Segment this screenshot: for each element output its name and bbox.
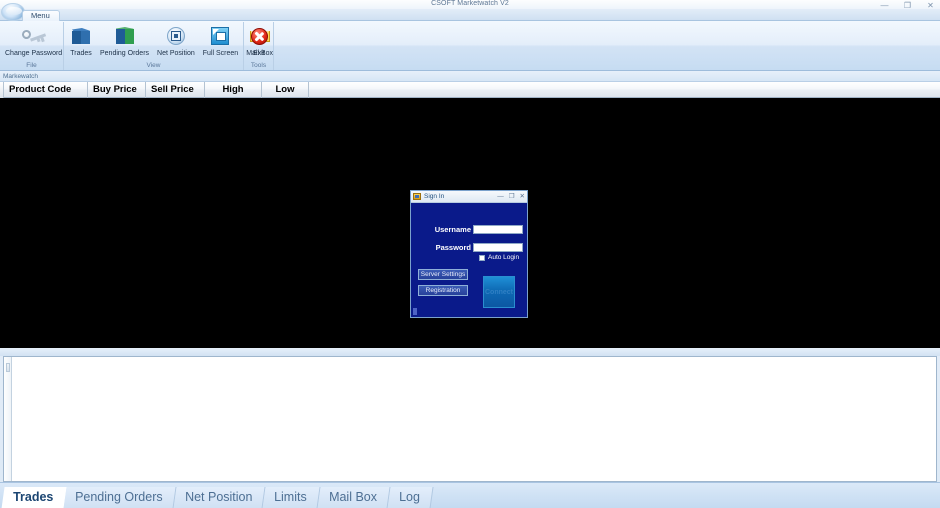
application-window: CSOFT Marketwatch V2 — ❐ ✕ ˅ Menu Change… [0, 0, 940, 508]
column-header-buy-price[interactable]: Buy Price [88, 81, 146, 98]
tab-pending-orders[interactable]: Pending Orders [63, 487, 177, 508]
key-icon [19, 25, 49, 47]
book-icon [114, 25, 136, 47]
signin-dialog-body: Username Password Auto Login Server Sett… [411, 203, 527, 317]
username-row: Username [421, 225, 523, 234]
ribbon-button-net-position[interactable]: Net Position [153, 24, 199, 58]
ribbon-button-full-screen[interactable]: Full Screen [199, 24, 242, 58]
bottom-tabbar: Trades Pending Orders Net Position Limit… [0, 482, 940, 508]
marketwatch-panel-label: Markewatch [0, 71, 940, 82]
username-label: Username [434, 225, 471, 234]
fullscreen-icon [209, 25, 231, 47]
tab-label-pending-orders: Pending Orders [75, 490, 163, 504]
ribbon-tabstrip: Menu [0, 3, 940, 21]
signin-dialog-controls: — ❐ ✕ [497, 191, 525, 202]
ribbon-panel: Change Password File Trades Pending Orde… [0, 21, 940, 71]
column-header-low[interactable]: Low [262, 81, 309, 98]
app-icon [413, 193, 421, 200]
ribbon-group-label-file: File [26, 62, 37, 69]
ribbon-group-label-view: View [146, 62, 161, 69]
cube-icon [70, 25, 92, 47]
username-input[interactable] [473, 225, 523, 234]
ribbon-group-file: Change Password File [0, 22, 64, 70]
signin-maximize-icon[interactable]: ❐ [509, 191, 515, 202]
signin-minimize-icon[interactable]: — [497, 191, 504, 202]
auto-login-label: Auto Login [488, 254, 520, 261]
signin-status-bar [413, 308, 525, 316]
grid-row-header-strip [4, 357, 12, 481]
trades-grid[interactable] [3, 356, 937, 482]
ribbon-group-tools: Exit Tools [244, 22, 274, 70]
tab-label-limits: Limits [274, 490, 308, 504]
marketwatch-header-row: Product Code Buy Price Sell Price High L… [0, 81, 940, 98]
auto-login-checkbox[interactable] [479, 255, 485, 261]
signin-close-icon[interactable]: ✕ [520, 191, 525, 202]
signin-dialog-title: Sign In [424, 193, 445, 200]
ribbon-label-full-screen: Full Screen [202, 50, 239, 57]
window-title: CSOFT Marketwatch V2 [431, 0, 509, 7]
registration-button[interactable]: Registration [418, 285, 468, 296]
tab-label-net-position: Net Position [184, 490, 253, 504]
ribbon-label-pending-orders: Pending Orders [100, 50, 150, 57]
server-settings-button[interactable]: Server Settings [418, 269, 468, 280]
tab-limits[interactable]: Limits [262, 487, 321, 508]
ribbon-label-exit: Exit [253, 50, 265, 57]
auto-login-row: Auto Login [479, 254, 519, 262]
ribbon-group-view: Trades Pending Orders Net Position Full … [64, 22, 273, 70]
ribbon-button-exit[interactable]: Exit [244, 24, 274, 58]
ribbon-group-label-tools: Tools [250, 62, 267, 69]
tab-label-log: Log [398, 490, 420, 504]
ribbon-label-change-password: Change Password [5, 50, 63, 57]
panel-splitter[interactable] [0, 348, 940, 356]
tab-log[interactable]: Log [387, 487, 434, 508]
window-titlebar: CSOFT Marketwatch V2 — ❐ ✕ [0, 0, 940, 10]
exit-icon [248, 25, 270, 47]
ribbon-label-trades: Trades [70, 50, 92, 57]
password-label: Password [435, 243, 471, 252]
ribbon-button-change-password[interactable]: Change Password [1, 24, 66, 58]
password-row: Password [421, 243, 523, 252]
ribbon-label-net-position: Net Position [157, 50, 195, 57]
orb-highlight [6, 7, 22, 15]
tab-mail-box[interactable]: Mail Box [317, 487, 391, 508]
tab-menu[interactable]: Menu [22, 10, 60, 21]
tab-net-position[interactable]: Net Position [173, 487, 266, 508]
grid-new-row-indicator[interactable] [6, 363, 10, 372]
connect-button[interactable]: Connect [483, 276, 515, 308]
status-indicator [413, 308, 417, 315]
tab-label-mail-box: Mail Box [329, 490, 377, 504]
ribbon-button-trades[interactable]: Trades [66, 24, 96, 58]
tab-label-trades: Trades [13, 490, 54, 504]
column-header-high[interactable]: High [205, 81, 262, 98]
tab-trades[interactable]: Trades [1, 487, 67, 508]
target-icon [165, 25, 187, 47]
column-header-product-code[interactable]: Product Code [4, 81, 88, 98]
ribbon-button-pending-orders[interactable]: Pending Orders [96, 24, 153, 58]
column-header-sell-price[interactable]: Sell Price [146, 81, 205, 98]
bottom-tabs: Trades Pending Orders Net Position Limit… [1, 485, 434, 508]
signin-dialog: Sign In — ❐ ✕ Username Password Auto Log… [410, 190, 528, 318]
password-input[interactable] [473, 243, 523, 252]
signin-dialog-titlebar[interactable]: Sign In — ❐ ✕ [411, 191, 527, 203]
